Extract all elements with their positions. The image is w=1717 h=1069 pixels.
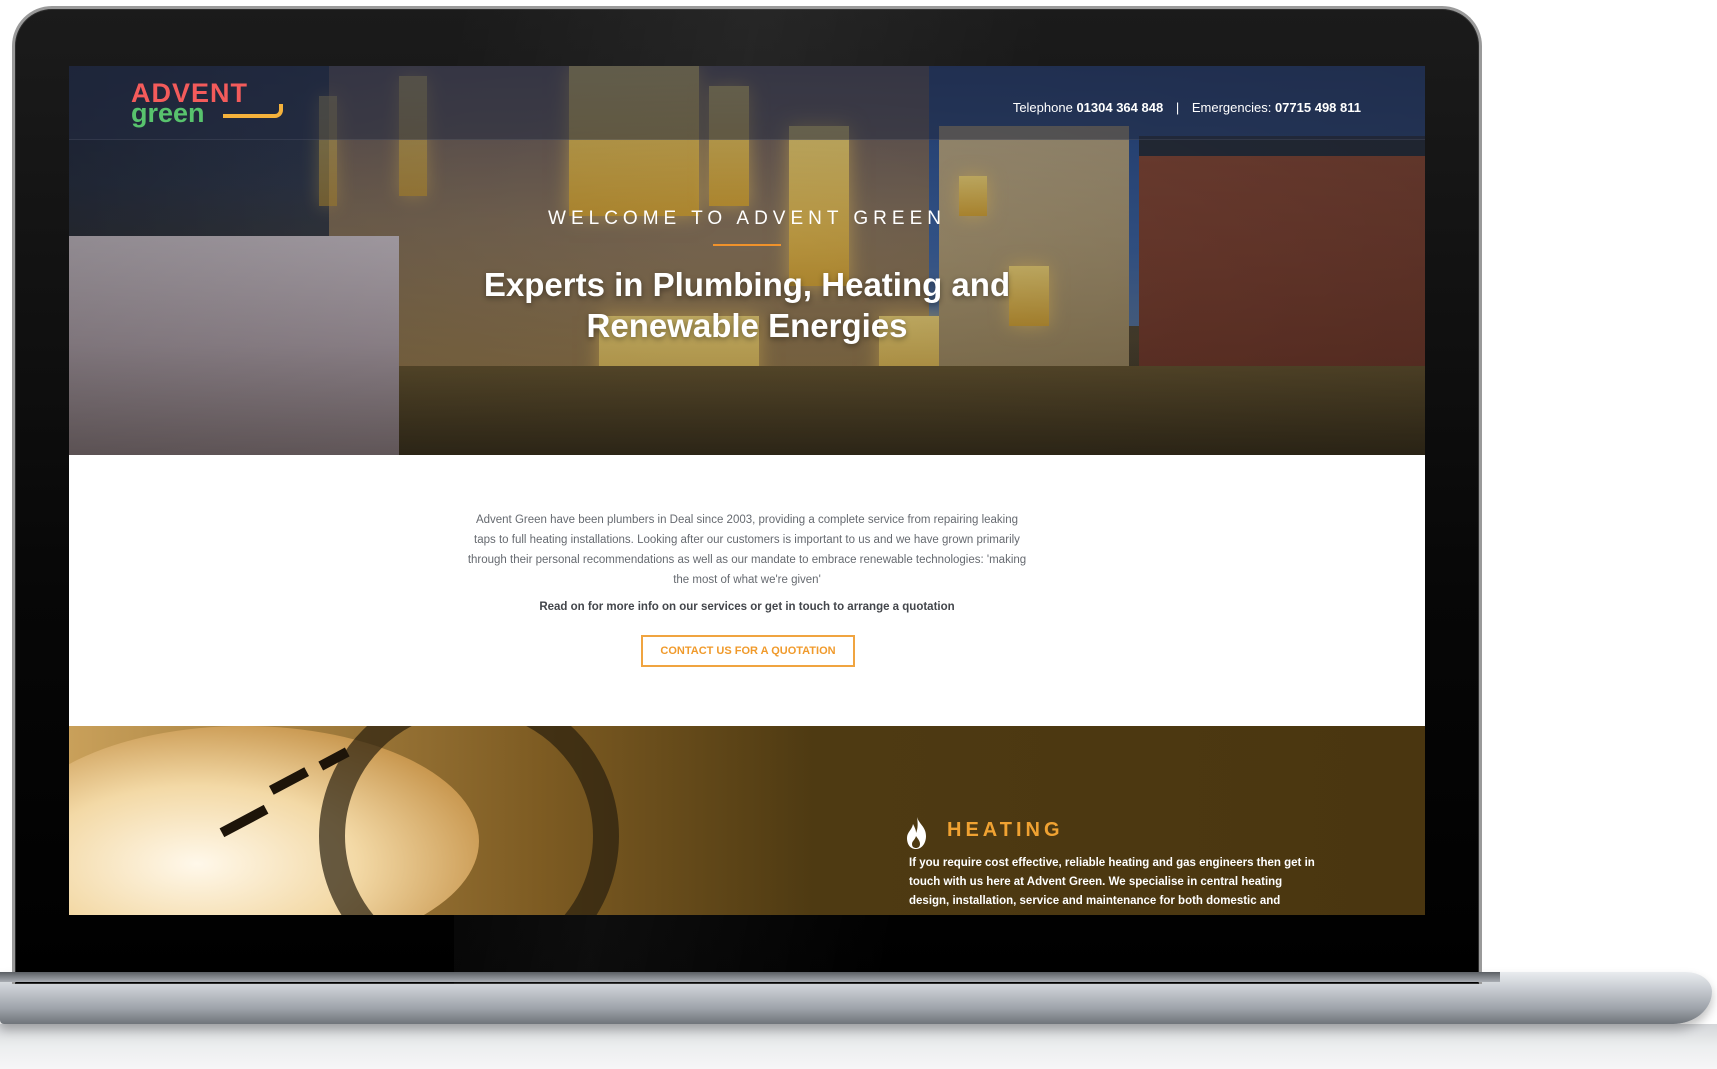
contact-separator: | — [1175, 100, 1180, 115]
hero-section: ADVENT green Telephone 01304 364 848 | E… — [69, 66, 1425, 455]
top-bar: ADVENT green Telephone 01304 364 848 | E… — [69, 66, 1425, 140]
telephone-label: Telephone — [1012, 100, 1073, 115]
heading-divider — [713, 244, 781, 246]
intro-section: Advent Green have been plumbers in Deal … — [69, 455, 1425, 714]
telephone-number[interactable]: 01304 364 848 — [1076, 100, 1163, 115]
logo-pipe-icon — [223, 104, 283, 118]
contact-info: Telephone 01304 364 848 | Emergencies: 0… — [1013, 100, 1361, 115]
heating-section: HEATING If you require cost effective, r… — [69, 726, 1425, 915]
emergencies-number[interactable]: 07715 498 811 — [1275, 100, 1361, 115]
heating-title: HEATING — [947, 819, 1064, 841]
hero-headline-line2: Renewable Energies — [586, 307, 908, 344]
hero-headline-line1: Experts in Plumbing, Heating and — [483, 266, 1011, 303]
logo-text-green: green — [131, 98, 205, 128]
laptop-screen: ADVENT green Telephone 01304 364 848 | E… — [69, 66, 1425, 915]
emergencies-label: Emergencies: — [1191, 100, 1272, 115]
heating-description: If you require cost effective, reliable … — [909, 857, 1315, 907]
laptop-hinge — [0, 972, 1500, 982]
laptop-shadow — [0, 1024, 1717, 1069]
intro-cta-text: Read on for more info on our services or… — [539, 601, 955, 613]
contact-quotation-button[interactable]: CONTACT US FOR A QUOTATION — [641, 635, 855, 667]
advent-green-logo[interactable]: ADVENT green — [131, 80, 301, 130]
hero-text: WELCOME TO ADVENT GREEN Experts in Plumb… — [69, 208, 1425, 346]
flame-icon — [907, 817, 926, 849]
intro-paragraph: Advent Green have been plumbers in Deal … — [467, 514, 1027, 586]
welcome-heading: WELCOME TO ADVENT GREEN — [548, 208, 946, 229]
thermostat-dial-ring — [319, 726, 619, 915]
hero-headline: Experts in Plumbing, Heating and Renewab… — [69, 264, 1425, 346]
